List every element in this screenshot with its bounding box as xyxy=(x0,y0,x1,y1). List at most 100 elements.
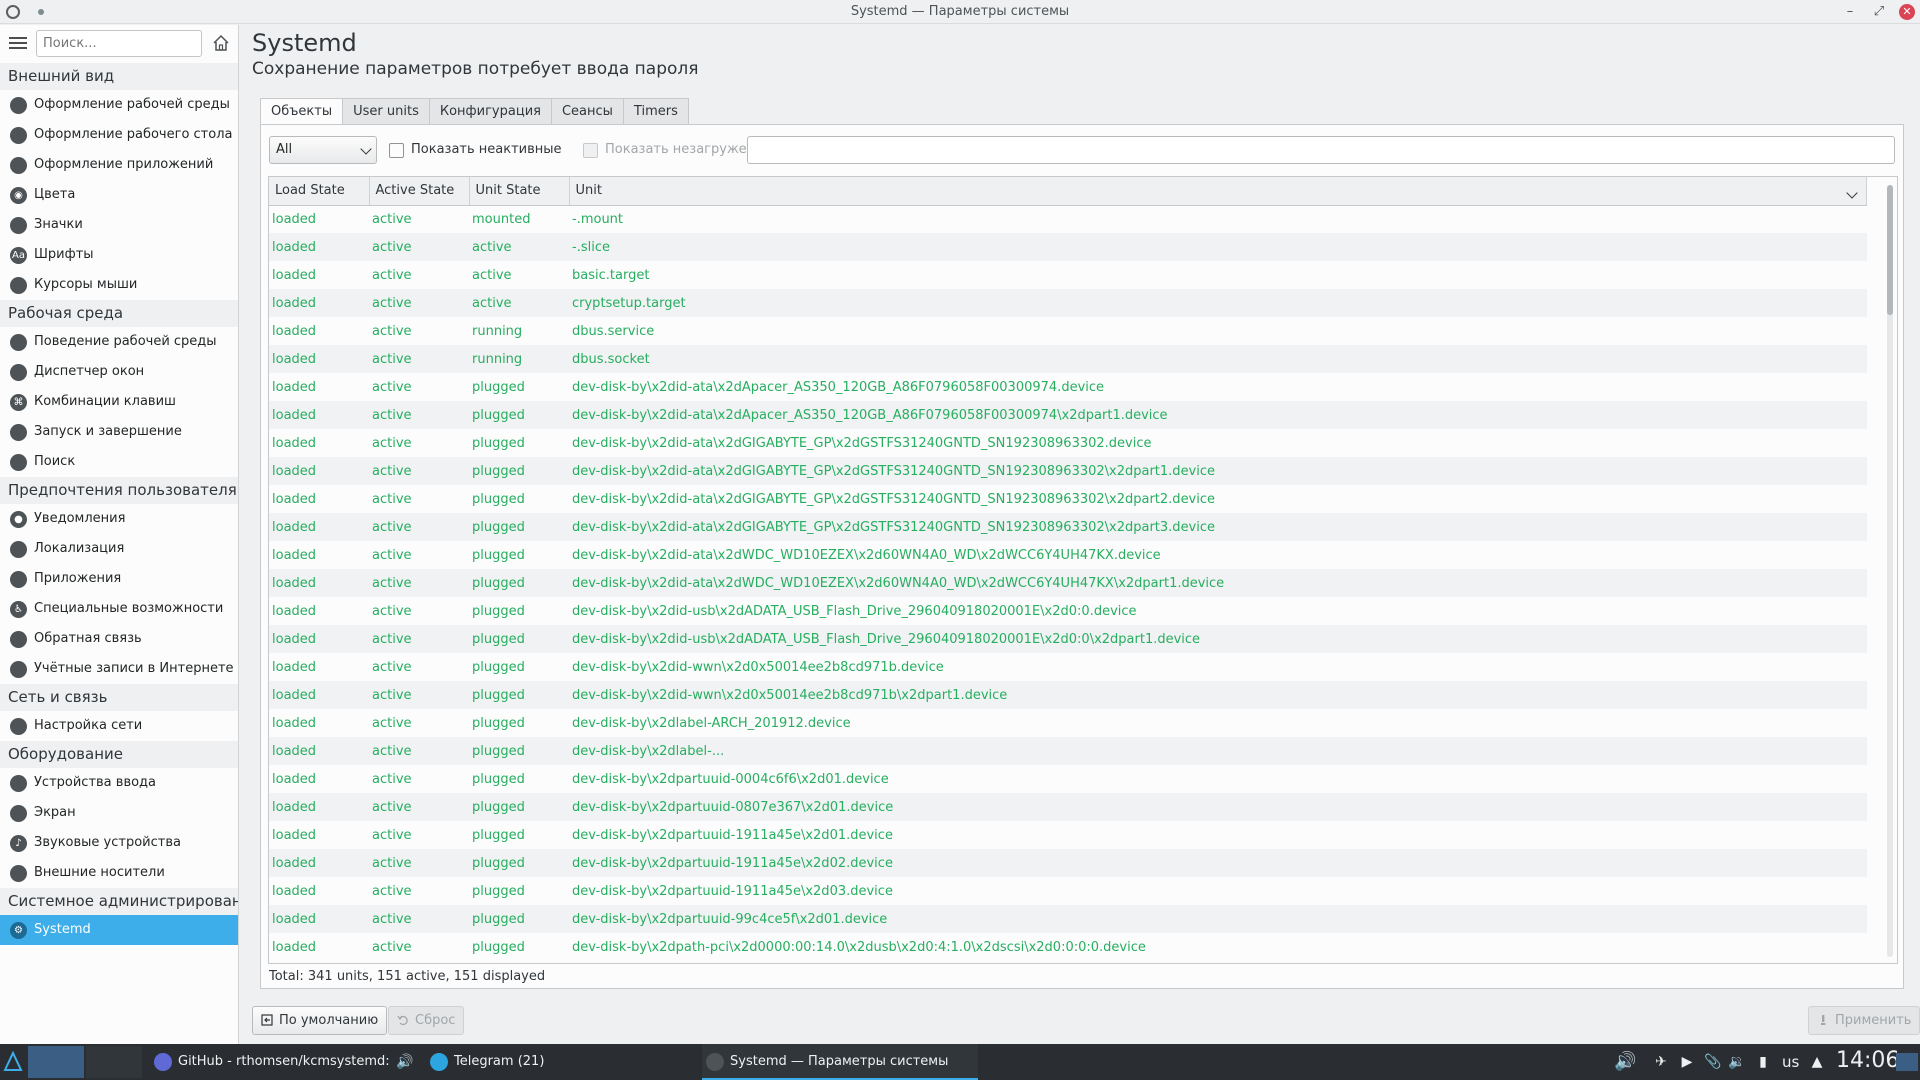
sidebar-item[interactable]: ● Уведомления xyxy=(0,504,238,534)
table-row[interactable]: loaded active plugged dev-disk-by\x2did-ata… xyxy=(269,457,1867,485)
table-cell: -.mount xyxy=(572,211,624,227)
column-header[interactable]: Unit State xyxy=(469,177,570,206)
sidebar-item[interactable]: Настройка сети xyxy=(0,711,238,741)
telegram-tray-icon[interactable]: ✈ xyxy=(1652,1053,1670,1071)
tab[interactable]: User units xyxy=(343,98,430,125)
table-row[interactable]: loaded active plugged dev-disk-by\x2did-wwn… xyxy=(269,681,1867,709)
application-launcher-icon[interactable] xyxy=(0,1044,26,1080)
task-telegram[interactable]: Telegram (21) xyxy=(426,1044,676,1080)
table-row[interactable]: loaded active plugged dev-disk-by\x2did-usb… xyxy=(269,625,1867,653)
minimize-button[interactable]: – xyxy=(1840,2,1860,22)
sidebar-item[interactable]: Локализация xyxy=(0,534,238,564)
task-browser[interactable]: GitHub - rthomsen/kcmsystemd: A... xyxy=(150,1044,390,1080)
sidebar-item[interactable]: Поиск xyxy=(0,447,238,477)
volume-icon[interactable]: 🔊 xyxy=(1614,1053,1636,1071)
clock[interactable]: 14:06 xyxy=(1836,1048,1899,1073)
search-input[interactable] xyxy=(36,30,202,57)
tab[interactable]: Объекты xyxy=(260,98,344,125)
audio-playing-icon[interactable]: 🔊 xyxy=(396,1053,414,1071)
table-row[interactable]: loaded active active basic.target xyxy=(269,261,1867,289)
sidebar-item[interactable]: Оформление рабочей среды xyxy=(0,90,238,120)
table-row[interactable]: loaded active plugged dev-disk-by\x2dpath-p… xyxy=(269,933,1867,961)
tab[interactable]: Сеансы xyxy=(551,98,624,125)
table-row[interactable]: loaded active mounted -.mount xyxy=(269,205,1867,233)
hamburger-menu-icon[interactable] xyxy=(8,34,28,52)
sidebar-item[interactable]: Поведение рабочей среды xyxy=(0,327,238,357)
table-row[interactable]: loaded active plugged dev-disk-by\x2dpartuu… xyxy=(269,765,1867,793)
show-inactive-checkbox[interactable] xyxy=(389,143,404,158)
tray-expand-icon[interactable]: ▲ xyxy=(1808,1053,1826,1071)
sidebar-item[interactable]: Внешние носители xyxy=(0,858,238,888)
table-row[interactable]: loaded active active -.slice xyxy=(269,233,1867,261)
desktop-pager-2[interactable] xyxy=(86,1046,142,1078)
table-row[interactable]: loaded active plugged dev-disk-by\x2dpartuu… xyxy=(269,849,1867,877)
table-row[interactable]: loaded active plugged dev-disk-by\x2did-ata… xyxy=(269,429,1867,457)
table-row[interactable]: loaded active plugged dev-disk-by\x2dpartuu… xyxy=(269,905,1867,933)
table-row[interactable]: loaded active plugged dev-disk-by\x2did-ata… xyxy=(269,569,1867,597)
sidebar-item[interactable]: ♿ Специальные возможности xyxy=(0,594,238,624)
sidebar-item[interactable]: Оформление приложений xyxy=(0,150,238,180)
sidebar-item[interactable]: Курсоры мыши xyxy=(0,270,238,300)
task-settings[interactable]: Systemd — Параметры системы xyxy=(702,1044,978,1080)
table-row[interactable]: loaded active plugged dev-disk-by\x2dpartuu… xyxy=(269,793,1867,821)
sidebar-item[interactable]: Aa Шрифты xyxy=(0,240,238,270)
show-desktop-icon[interactable] xyxy=(1896,1053,1918,1071)
sidebar-category: Внешний вид xyxy=(0,63,238,90)
apply-button[interactable]: Применить xyxy=(1808,1006,1920,1035)
table-row[interactable]: loaded active plugged dev-disk-by\x2dpartuu… xyxy=(269,821,1867,849)
table-row[interactable]: loaded active running dbus.service xyxy=(269,317,1867,345)
sidebar-item[interactable]: ♪ Звуковые устройства xyxy=(0,828,238,858)
defaults-button[interactable]: По умолчанию xyxy=(252,1006,388,1035)
sidebar-item-label: Значки xyxy=(34,217,83,232)
sidebar-item[interactable]: Запуск и завершение xyxy=(0,417,238,447)
close-button[interactable]: ✕ xyxy=(1899,4,1915,20)
device-notifier-icon[interactable]: ▮ xyxy=(1754,1053,1772,1071)
tab[interactable]: Timers xyxy=(623,98,689,125)
systemd-icon: ⚙ xyxy=(10,922,27,939)
sidebar-item[interactable]: Диспетчер окон xyxy=(0,357,238,387)
desktop-pager-1[interactable] xyxy=(28,1046,84,1078)
sidebar-item[interactable]: Экран xyxy=(0,798,238,828)
table-cell: loaded xyxy=(272,883,317,899)
unit-type-select[interactable]: All xyxy=(269,136,377,164)
cursor-icon xyxy=(10,277,27,294)
sidebar-item[interactable]: Значки xyxy=(0,210,238,240)
table-row[interactable]: loaded active plugged dev-disk-by\x2did-ata… xyxy=(269,513,1867,541)
table-row[interactable]: loaded active plugged dev-disk-by\x2did-ata… xyxy=(269,541,1867,569)
table-row[interactable]: loaded active plugged dev-disk-by\x2did-ata… xyxy=(269,373,1867,401)
sidebar-item[interactable]: Оформление рабочего стола xyxy=(0,120,238,150)
tab[interactable]: Конфигурация xyxy=(429,98,552,125)
sidebar-item[interactable]: ◉ Цвета xyxy=(0,180,238,210)
unit-filter-input[interactable] xyxy=(747,136,1895,164)
table-cell: plugged xyxy=(472,659,525,675)
vertical-scrollbar[interactable] xyxy=(1887,185,1893,957)
table-row[interactable]: loaded active plugged dev-disk-by\x2did-usb… xyxy=(269,597,1867,625)
keyboard-layout[interactable]: us xyxy=(1782,1053,1799,1071)
sidebar-item[interactable]: Приложения xyxy=(0,564,238,594)
sidebar-item[interactable]: ⌘ Комбинации клавиш xyxy=(0,387,238,417)
apply-button-label: Применить xyxy=(1835,1013,1912,1028)
clipboard-icon[interactable]: 📎 xyxy=(1704,1053,1722,1071)
column-header[interactable]: Unit xyxy=(569,177,1867,206)
sidebar-item[interactable]: Учётные записи в Интернете xyxy=(0,654,238,684)
speaker-icon[interactable]: 🔉 xyxy=(1728,1053,1746,1071)
show-unloaded-checkbox[interactable] xyxy=(583,143,598,158)
table-row[interactable]: loaded active plugged dev-disk-by\x2did-wwn… xyxy=(269,653,1867,681)
table-row[interactable]: loaded active plugged dev-disk-by\x2did-ata… xyxy=(269,401,1867,429)
table-row[interactable]: loaded active plugged dev-disk-by\x2dlabel-… xyxy=(269,709,1867,737)
table-row[interactable]: loaded active plugged dev-disk-by\x2dlabel-… xyxy=(269,737,1867,765)
home-icon[interactable] xyxy=(212,34,230,52)
reset-button[interactable]: Сброс xyxy=(388,1006,465,1035)
table-row[interactable]: loaded active active cryptsetup.target xyxy=(269,289,1867,317)
table-row[interactable]: loaded active plugged dev-disk-by\x2did-ata… xyxy=(269,485,1867,513)
table-row[interactable]: loaded active running dbus.socket xyxy=(269,345,1867,373)
sidebar-item[interactable]: Обратная связь xyxy=(0,624,238,654)
media-player-icon[interactable]: ▶ xyxy=(1678,1053,1696,1071)
table-row[interactable]: loaded active plugged dev-disk-by\x2dpartuu… xyxy=(269,877,1867,905)
column-header[interactable]: Active State xyxy=(369,177,470,206)
column-header[interactable]: Load State xyxy=(269,177,370,206)
sidebar-item[interactable]: ⚙ Systemd xyxy=(0,915,238,945)
sidebar-item[interactable]: Устройства ввода xyxy=(0,768,238,798)
scrollbar-thumb[interactable] xyxy=(1887,185,1893,315)
maximize-button[interactable]: ⤢ xyxy=(1869,2,1889,22)
